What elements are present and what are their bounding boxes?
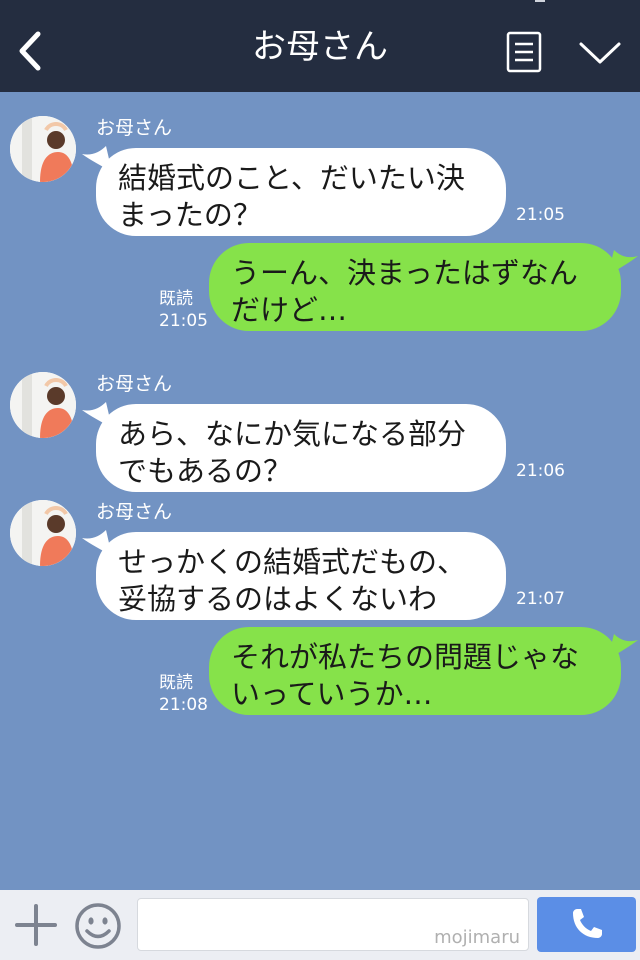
message-text: あら、なにか気になる部分: [118, 417, 467, 451]
message-text: だけど…: [231, 293, 348, 327]
message-text: 結婚式のこと、だいたい決: [118, 161, 465, 195]
read-receipt: 既読: [159, 289, 193, 309]
message-bubble-outgoing[interactable]: うーん、決まったはずなん だけど…: [209, 243, 621, 331]
note-icon[interactable]: [506, 31, 542, 73]
message-text: せっかくの結婚式だもの、: [118, 545, 467, 579]
status-indicator: [535, 0, 545, 2]
smiley-icon[interactable]: [73, 901, 123, 951]
message-bubble-incoming[interactable]: 結婚式のこと、だいたい決 まったの？: [96, 148, 506, 236]
message-time: 21:08: [159, 695, 208, 715]
plus-icon[interactable]: [14, 903, 58, 947]
read-receipt: 既読: [159, 673, 193, 693]
bubble-tail: [608, 634, 638, 658]
message-text: でもあるの？: [118, 454, 293, 488]
sender-name: お母さん: [96, 501, 173, 523]
bubble-tail: [608, 250, 638, 274]
message-text: 妥協するのはよくないわ: [118, 582, 438, 616]
chevron-down-icon[interactable]: [578, 38, 622, 68]
avatar[interactable]: [10, 372, 76, 438]
sender-name: お母さん: [96, 117, 173, 139]
message-bubble-outgoing[interactable]: それが私たちの問題じゃな いっていうか…: [209, 627, 621, 715]
message-input[interactable]: [137, 898, 529, 951]
message-text: うーん、決まったはずなん: [231, 256, 578, 290]
message-list[interactable]: お母さん 結婚式のこと、だいたい決 まったの？ 21:05 既読 21:05 う…: [0, 92, 640, 890]
message-text: いっていうか…: [231, 677, 433, 711]
message-time: 21:06: [516, 461, 565, 481]
message-text: まったの？: [118, 198, 262, 232]
message-time: 21:05: [159, 311, 208, 331]
message-text: それが私たちの問題じゃな: [231, 640, 580, 674]
sender-name: お母さん: [96, 373, 173, 395]
phone-icon: [573, 909, 602, 938]
chat-header: お母さん: [0, 0, 640, 92]
message-time: 21:07: [516, 589, 565, 609]
call-button[interactable]: [537, 897, 636, 952]
avatar[interactable]: [10, 116, 76, 182]
chat-title: お母さん: [252, 27, 388, 67]
message-bubble-incoming[interactable]: せっかくの結婚式だもの、 妥協するのはよくないわ: [96, 532, 506, 620]
avatar[interactable]: [10, 500, 76, 566]
composer-bar: [0, 890, 640, 960]
message-time: 21:05: [516, 205, 565, 225]
message-bubble-incoming[interactable]: あら、なにか気になる部分 でもあるの？: [96, 404, 506, 492]
